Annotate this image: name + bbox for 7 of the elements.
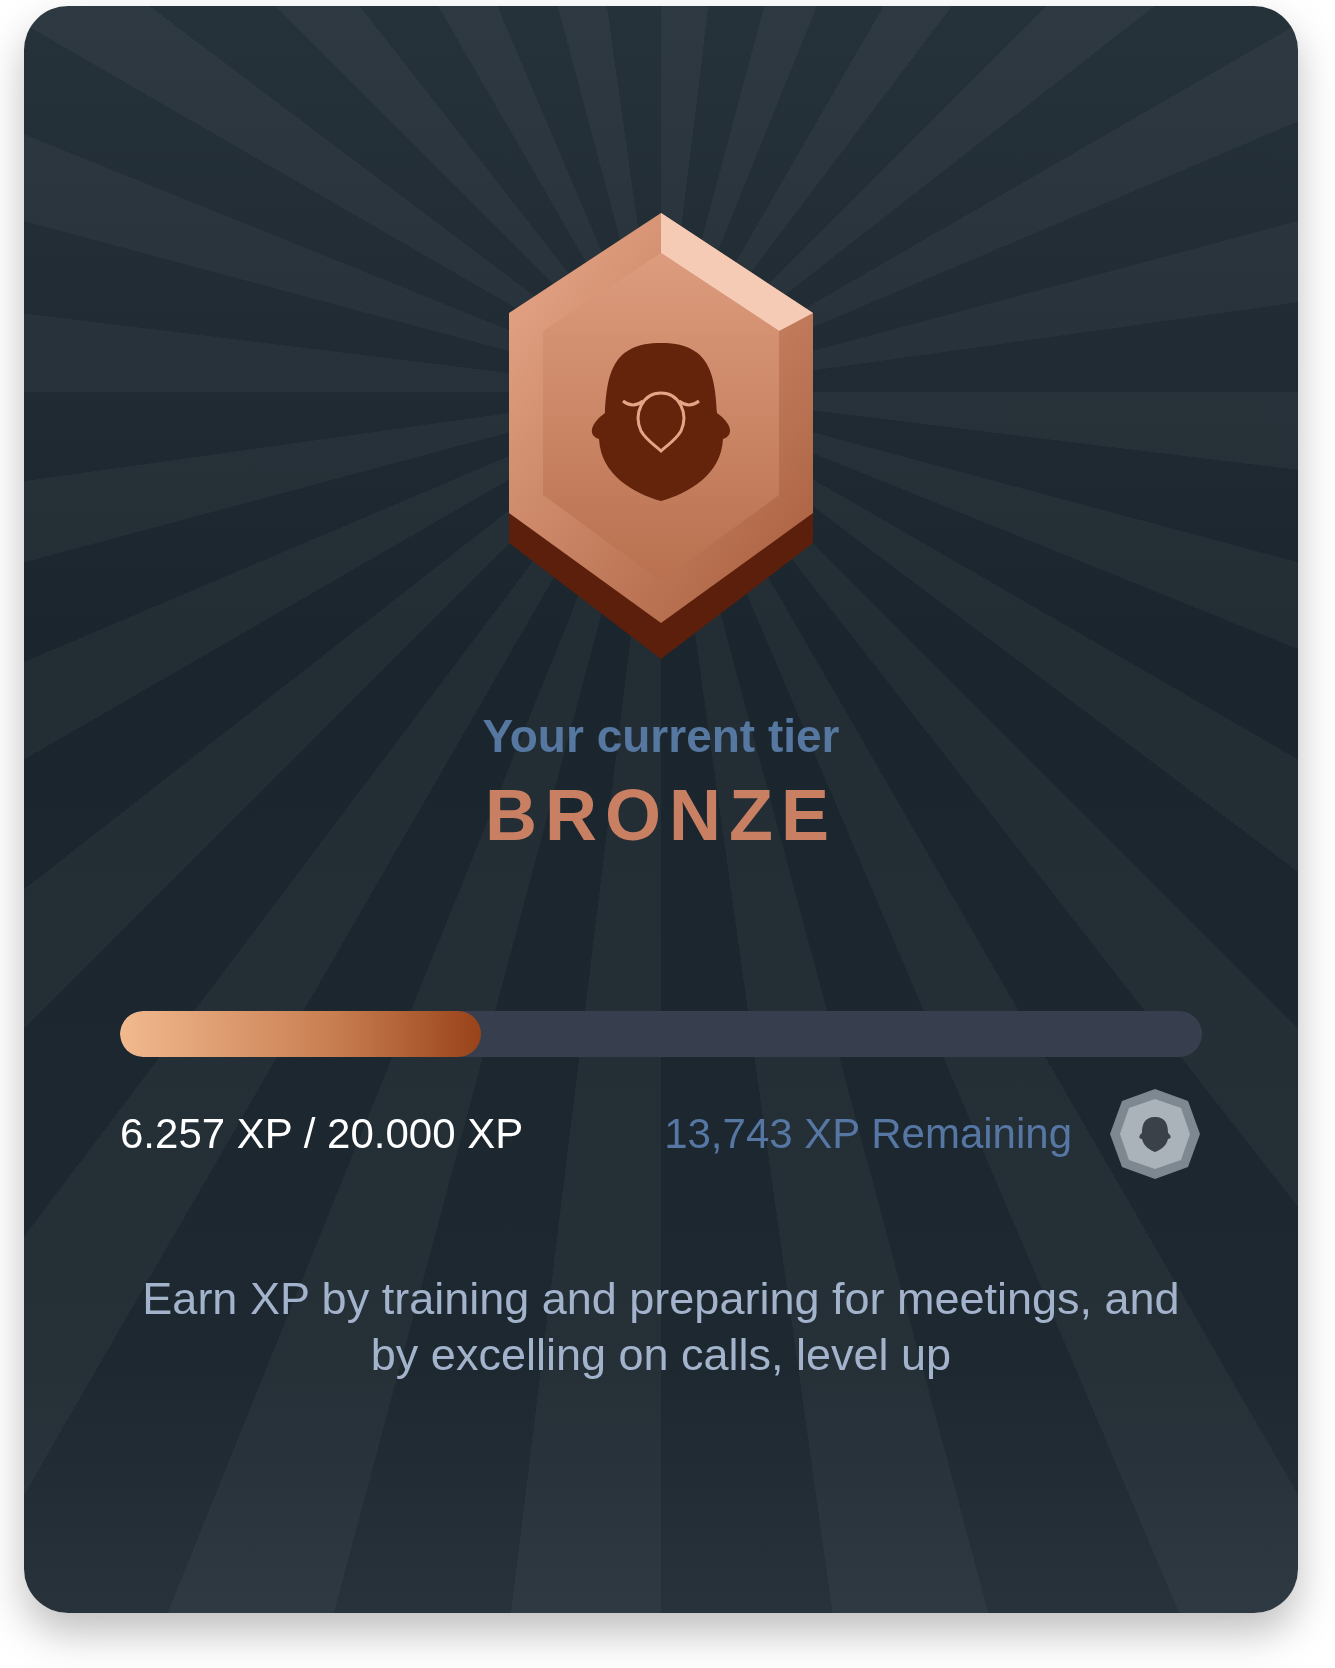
next-tier-badge-icon	[1108, 1086, 1202, 1181]
tier-name: BRONZE	[485, 774, 837, 858]
xp-remaining-text: 13,743 XP Remaining	[664, 1109, 1072, 1160]
bronze-eagle-badge-icon	[509, 213, 813, 659]
description-text: Earn XP by training and preparing for meetings, and by excelling on calls, level up	[141, 1271, 1181, 1382]
tier-heading: Your current tier	[482, 709, 840, 764]
xp-current-text: 6.257 XP / 20.000 XP	[120, 1109, 524, 1160]
